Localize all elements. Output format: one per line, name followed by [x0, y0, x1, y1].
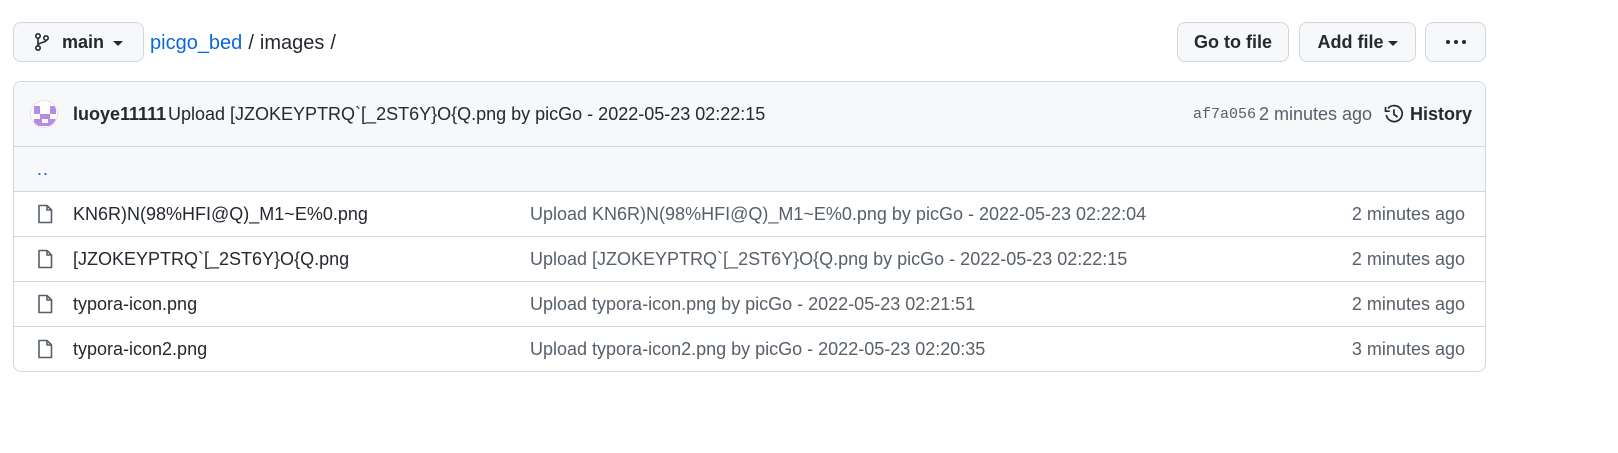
latest-commit-bar: luoye11111 Upload [JZOKEYPTRQ`[_2ST6Y}O{…	[14, 82, 1485, 147]
file-age: 2 minutes ago	[1351, 203, 1465, 224]
commit-message[interactable]: Upload [JZOKEYPTRQ`[_2ST6Y}O{Q.png by pi…	[168, 104, 765, 125]
commit-author[interactable]: luoye11111	[73, 104, 166, 125]
file-name-link[interactable]: typora-icon2.png	[73, 339, 207, 360]
file-commit-message[interactable]: Upload typora-icon2.png by picGo - 2022-…	[530, 339, 985, 360]
identicon-icon	[31, 101, 57, 127]
file-name-link[interactable]: KN6R)N(98%HFI@Q)_M1~E%0.png	[73, 204, 368, 225]
file-name-link[interactable]: [JZOKEYPTRQ`[_2ST6Y}O{Q.png	[73, 249, 349, 270]
file-age: 3 minutes ago	[1351, 339, 1465, 359]
breadcrumb-separator: /	[330, 31, 336, 54]
file-icon	[38, 249, 53, 269]
breadcrumb-separator: /	[248, 31, 254, 54]
chevron-down-icon	[1387, 40, 1398, 46]
table-row[interactable]: typora-icon2.png Upload typora-icon2.png…	[14, 327, 1485, 371]
git-branch-icon	[35, 33, 50, 51]
breadcrumb: picgo_bed / images /	[150, 22, 342, 64]
file-commit-message[interactable]: Upload typora-icon.png by picGo - 2022-0…	[530, 294, 975, 315]
history-link[interactable]: History	[1384, 104, 1472, 125]
file-icon	[38, 204, 53, 224]
more-options-button[interactable]	[1425, 22, 1486, 62]
file-icon	[38, 294, 53, 314]
branch-selector-button[interactable]: main	[13, 22, 144, 62]
branch-name: main	[62, 31, 105, 52]
file-commit-message[interactable]: Upload KN6R)N(98%HFI@Q)_M1~E%0.png by pi…	[530, 204, 1146, 225]
parent-directory-link[interactable]: ..	[37, 159, 49, 180]
breadcrumb-repo-link[interactable]: picgo_bed	[150, 32, 242, 55]
table-row[interactable]: [JZOKEYPTRQ`[_2ST6Y}O{Q.png Upload [JZOK…	[14, 237, 1485, 282]
file-icon	[38, 339, 53, 359]
history-icon	[1384, 104, 1403, 123]
history-label: History	[1410, 103, 1473, 124]
parent-directory-row[interactable]: ..	[14, 147, 1485, 192]
go-to-file-button[interactable]: Go to file	[1177, 22, 1289, 62]
file-browser: luoye11111 Upload [JZOKEYPTRQ`[_2ST6Y}O{…	[13, 81, 1486, 372]
file-commit-message[interactable]: Upload [JZOKEYPTRQ`[_2ST6Y}O{Q.png by pi…	[530, 249, 1127, 270]
kebab-horizontal-icon	[1445, 40, 1466, 44]
repo-toolbar: main picgo_bed / images / Go to file Add…	[13, 22, 1543, 64]
commit-sha[interactable]: af7a056	[1193, 106, 1256, 123]
file-age: 2 minutes ago	[1351, 293, 1465, 314]
add-file-button[interactable]: Add file	[1299, 22, 1416, 62]
breadcrumb-current-dir: images	[259, 31, 325, 54]
table-row[interactable]: typora-icon.png Upload typora-icon.png b…	[14, 282, 1485, 327]
file-age: 2 minutes ago	[1351, 248, 1465, 269]
commit-time: 2 minutes ago	[1259, 103, 1373, 124]
avatar[interactable]	[30, 100, 58, 128]
table-row[interactable]: KN6R)N(98%HFI@Q)_M1~E%0.png Upload KN6R)…	[14, 192, 1485, 237]
chevron-down-icon	[113, 40, 124, 46]
add-file-label: Add file	[1317, 31, 1384, 52]
file-name-link[interactable]: typora-icon.png	[73, 294, 197, 315]
